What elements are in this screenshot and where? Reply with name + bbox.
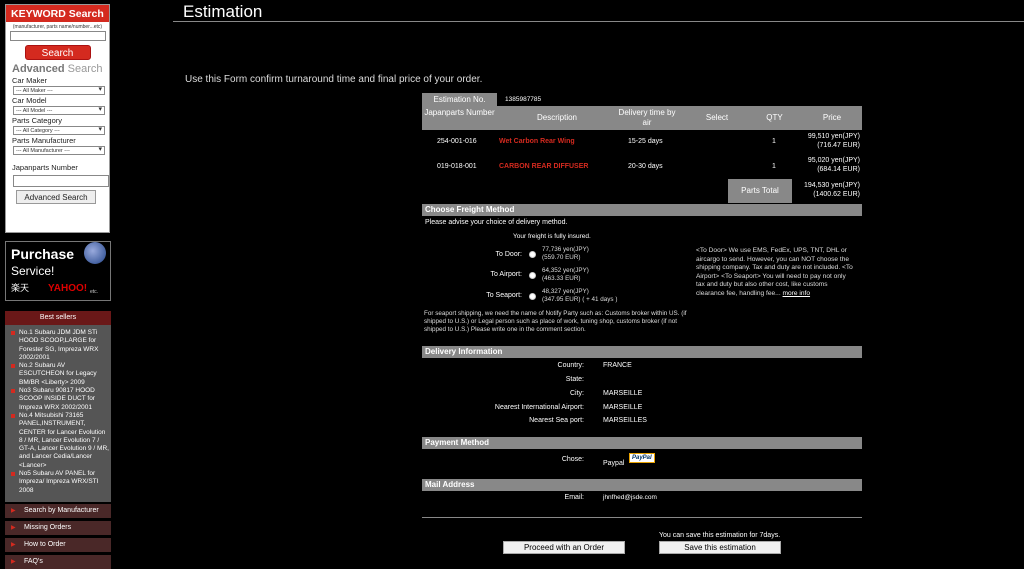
rakuten-logo: 楽天 (11, 283, 30, 293)
item-description-link[interactable]: CARBON REAR DIFFUSER (499, 163, 588, 170)
japanparts-number-input[interactable] (13, 175, 109, 187)
seaport-note: For seaport shipping, we need the name o… (424, 310, 687, 334)
best-sellers-title: Best sellers (5, 311, 111, 325)
parts-category-label: Parts Category (12, 116, 63, 125)
freight-advice: Please advise your choice of delivery me… (425, 219, 568, 226)
item-delivery-time: 20-30 days (628, 163, 663, 170)
delivery-field-label: State: (565, 376, 584, 383)
car-maker-label: Car Maker (12, 76, 48, 85)
freight-seaport-radio[interactable] (529, 293, 536, 300)
freight-option-label: To Airport: (490, 271, 522, 278)
menu-search-by-manufacturer[interactable]: Search by Manufacturer (5, 504, 111, 518)
column-japanparts-number: Japanparts Number (424, 108, 495, 117)
item-delivery-time: 15-25 days (628, 138, 663, 145)
keyword-search-title: KEYWORD Search (6, 5, 109, 22)
car-maker-select[interactable]: --- All Maker --- (13, 86, 105, 95)
column-description: Description (536, 113, 577, 122)
estimation-number-label: Estimation No. (422, 93, 497, 106)
keyword-search-panel: KEYWORD Search (manufacturer, parts name… (5, 4, 110, 233)
delivery-field-label: Country: (557, 362, 584, 369)
car-model-select[interactable]: --- All Model --- (13, 106, 105, 115)
best-seller-item[interactable]: No3 Subaru 90817 HOOD SCOOP INSIDE DUCT … (5, 387, 111, 412)
freight-option-label: To Door: (495, 251, 522, 258)
paypal-logo-icon: PayPal (629, 453, 655, 463)
delivery-field-value: MARSEILLE (603, 404, 643, 411)
freight-option-label: To Seaport: (486, 292, 522, 299)
promo-subtitle: Service! (11, 264, 55, 278)
column-qty: QTY (766, 113, 783, 122)
parts-manufacturer-select[interactable]: --- All Manufacturer --- (13, 146, 105, 155)
item-price: 95,020 yen(JPY) (684.14 EUR) (807, 157, 860, 173)
globe-icon (84, 242, 106, 264)
advanced-search-button[interactable]: Advanced Search (16, 190, 96, 204)
keyword-search-input[interactable] (9, 31, 106, 41)
freight-door-radio[interactable] (529, 251, 536, 258)
parts-total-label: Parts Total (728, 179, 792, 203)
delivery-field-value: FRANCE (603, 362, 632, 369)
intro-text: Use this Form confirm turnaround time an… (185, 74, 483, 85)
payment-method-value: Paypal (603, 460, 625, 467)
freight-section-title: Choose Freight Method (422, 204, 862, 216)
more-info-link[interactable]: more info (783, 290, 811, 297)
menu-faqs[interactable]: FAQ's (5, 555, 111, 569)
delivery-field-label: Nearest Sea port: (529, 417, 584, 424)
item-qty: 1 (772, 138, 776, 145)
advanced-search-title: Advanced Search (12, 63, 103, 75)
parts-manufacturer-label: Parts Manufacturer (12, 136, 76, 145)
best-seller-item[interactable]: No.2 Subaru AV ESCUTCHEON for Legacy BM/… (5, 362, 111, 387)
freight-option-price: 48,327 yen(JPY) (347.95 EUR) ( + 41 days … (542, 288, 618, 303)
save-estimation-button[interactable]: Save this estimation (659, 541, 781, 554)
page-title: Estimation (183, 2, 263, 21)
promo-title: Purchase (11, 246, 75, 262)
email-value: jhnfhed@jsde.com (603, 494, 657, 501)
best-sellers-panel: Best sellers No.1 Subaru JDM JDM STi HOO… (5, 311, 111, 502)
best-seller-item[interactable]: No.4 Mitsubishi 73165 PANEL,INSTRUMENT, … (5, 412, 111, 470)
sidebar: KEYWORD Search (manufacturer, parts name… (0, 0, 112, 569)
payment-chose-label: Chose: (561, 456, 584, 463)
payment-section-title: Payment Method (422, 437, 862, 449)
promo-etc: etc. (90, 289, 99, 295)
search-button[interactable]: Search (24, 45, 91, 60)
delivery-field-label: Nearest International Airport: (494, 404, 584, 411)
item-number: 254-001-016 (437, 138, 477, 145)
email-label: Email: (564, 494, 584, 501)
japanparts-number-label: Japanparts Number (12, 163, 78, 172)
title-divider (173, 21, 1024, 22)
purchase-service-banner[interactable]: Purchase Service! 楽天 YAHOO! etc. (5, 241, 111, 301)
menu-missing-orders[interactable]: Missing Orders (5, 521, 111, 535)
parts-category-select[interactable]: --- All Category --- (13, 126, 105, 135)
estimation-number-value: 1385987785 (505, 96, 542, 103)
delivery-field-label: City: (570, 390, 584, 397)
item-description-link[interactable]: Wet Carbon Rear Wing (499, 138, 575, 145)
menu-how-to-order[interactable]: How to Order (5, 538, 111, 552)
yahoo-logo: YAHOO! (48, 283, 88, 294)
form-divider (422, 517, 862, 518)
best-seller-item[interactable]: No5 Subaru AV PANEL for Impreza/ Impreza… (5, 470, 111, 495)
item-qty: 1 (772, 163, 776, 170)
proceed-order-button[interactable]: Proceed with an Order (503, 541, 625, 554)
parts-total-value: 194,530 yen(JPY) (1400.62 EUR) (803, 182, 860, 198)
column-select: Select (705, 113, 729, 122)
delivery-field-value: MARSEILLE (603, 390, 643, 397)
freight-option-price: 64,352 yen(JPY) (463.33 EUR) (542, 267, 589, 282)
freight-option-price: 77,736 yen(JPY) (559.70 EUR) (542, 246, 589, 261)
delivery-section-title: Delivery Information (422, 346, 862, 358)
delivery-field-value: MARSEILLES (603, 417, 647, 424)
column-delivery-time: Delivery time by air (618, 108, 676, 127)
mail-section-title: Mail Address (422, 479, 862, 491)
freight-side-note: <To Door> We use EMS, FedEx, UPS, TNT, D… (696, 247, 853, 297)
column-price: Price (822, 113, 842, 122)
car-model-label: Car Model (12, 96, 47, 105)
save-note: You can save this estimation for 7days. (659, 532, 781, 539)
keyword-search-hint: (manufacturer, parts name/number...etc) (12, 24, 103, 30)
item-number: 019-018-001 (437, 163, 477, 170)
best-seller-item[interactable]: No.1 Subaru JDM JDM STi HOOD SCOOP,LARGE… (5, 329, 111, 362)
freight-insured-note: Your freight is fully insured. (513, 233, 591, 240)
item-price: 99,510 yen(JPY) (716.47 EUR) (807, 133, 860, 149)
freight-airport-radio[interactable] (529, 272, 536, 279)
